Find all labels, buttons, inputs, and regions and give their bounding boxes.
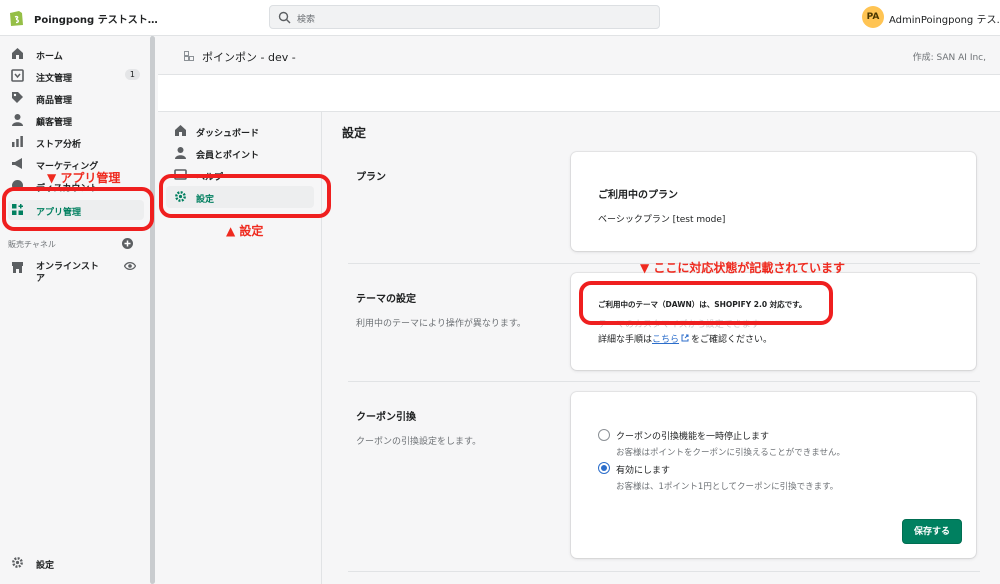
nav-item-customers[interactable]: 顧客管理 xyxy=(8,110,144,130)
nav-item-products[interactable]: 商品管理 xyxy=(8,88,144,108)
analytics-icon xyxy=(12,136,23,147)
coupon-enable-help: お客様は、1ポイント1円としてクーポンに引換できます。 xyxy=(616,482,839,492)
app-frame-band xyxy=(158,74,1000,112)
plan-card-heading: ご利用中のプラン xyxy=(598,190,678,201)
external-link-icon xyxy=(681,334,689,342)
created-by: 作成: SAN AI Inc, xyxy=(912,53,986,63)
eye-icon[interactable] xyxy=(124,261,136,271)
nav-label: オンラインストア xyxy=(36,262,99,284)
theme-details: 詳細な手順はこちら をご確認ください。 xyxy=(598,332,772,345)
coupon-card: クーポンの引換機能を一時停止します お客様はポイントをクーポンに引換えることがで… xyxy=(571,392,976,558)
add-channel-icon[interactable] xyxy=(122,238,133,249)
nav-item-home[interactable]: ホーム xyxy=(8,44,144,64)
section-divider xyxy=(348,381,980,382)
coupon-enable-label[interactable]: 有効にします xyxy=(616,463,670,476)
search-icon xyxy=(278,11,291,24)
sales-channels-heading: 販売チャネル xyxy=(8,240,56,249)
theme-section-desc: 利用中のテーマにより操作が異なります。 xyxy=(356,319,526,329)
subnav-label: 会員とポイント xyxy=(196,151,260,161)
nav-item-analytics[interactable]: ストア分析 xyxy=(8,132,144,152)
tag-icon xyxy=(12,92,23,103)
nav-scrollbar[interactable] xyxy=(150,36,155,584)
settings-annotation: ▲ 設定 xyxy=(226,224,264,238)
coupon-pause-help: お客様はポイントをクーポンに引換えることができません。 xyxy=(616,448,845,458)
plan-card: ご利用中のプラン ベーシックプラン [test mode] xyxy=(571,152,976,251)
theme-section-title: テーマの設定 xyxy=(356,294,416,305)
coupon-enable-radio[interactable] xyxy=(598,462,610,474)
top-bar: Poingpong テストスト… 検索 PA AdminPoingpong テス… xyxy=(0,0,1000,36)
avatar[interactable]: PA xyxy=(862,6,884,28)
nav-label: 顧客管理 xyxy=(36,118,73,128)
megaphone-icon xyxy=(12,158,22,169)
left-navigation: ホーム 注文管理 1 商品管理 顧客管理 ストア分析 マーケティング ディスカウ… xyxy=(0,36,152,584)
details-link[interactable]: こちら xyxy=(652,335,679,345)
section-divider xyxy=(348,571,980,572)
coupon-section-title: クーポン引換 xyxy=(356,412,416,423)
theme-details-prefix: 詳細な手順は xyxy=(598,335,653,345)
shopify-logo-icon[interactable] xyxy=(8,8,24,27)
nav-item-online-store[interactable]: オンラインストア xyxy=(8,258,144,288)
person-icon xyxy=(12,114,23,126)
plan-section-title: プラン xyxy=(356,172,386,183)
apps-annotation: ▼ アプリ管理 xyxy=(47,171,121,185)
save-button[interactable]: 保存する xyxy=(902,519,962,544)
plan-card-value: ベーシックプラン [test mode] xyxy=(598,215,726,225)
app-title: ポインポン - dev - xyxy=(202,51,296,64)
status-annotation: ▼ ここに対応状態が記載されています xyxy=(640,261,846,275)
gear-icon xyxy=(12,557,23,568)
settings-main: 設定 プラン ご利用中のプラン ベーシックプラン [test mode] テーマ… xyxy=(322,112,1000,584)
coupon-pause-radio[interactable] xyxy=(598,429,610,441)
home-icon xyxy=(175,125,186,136)
coupon-section-desc: クーポンの引換設定をします。 xyxy=(356,437,482,447)
orders-count-badge: 1 xyxy=(124,69,140,80)
store-name[interactable]: Poingpong テストスト… xyxy=(34,11,158,26)
nav-item-settings[interactable]: 設定 xyxy=(8,553,144,573)
nav-item-orders[interactable]: 注文管理 1 xyxy=(8,66,144,86)
page-title: 設定 xyxy=(342,126,367,140)
theme-status-highlight xyxy=(579,281,833,325)
person-icon xyxy=(175,147,186,159)
subnav-label: ダッシュボード xyxy=(196,129,260,139)
home-icon xyxy=(12,48,23,59)
subnav-members-points[interactable]: 会員とポイント xyxy=(166,142,314,164)
apps-highlight xyxy=(2,187,154,231)
user-name[interactable]: AdminPoingpong テス… xyxy=(889,11,1000,26)
orders-icon xyxy=(11,69,24,82)
coupon-pause-label[interactable]: クーポンの引換機能を一時停止します xyxy=(616,429,769,442)
app-header: ポインポン - dev - 作成: SAN AI Inc, xyxy=(158,36,1000,74)
nav-label: ホーム xyxy=(36,52,63,62)
app-icon xyxy=(184,51,194,61)
search-bar[interactable]: 検索 xyxy=(269,5,660,29)
nav-label: ストア分析 xyxy=(36,140,82,150)
nav-label: 設定 xyxy=(36,561,55,571)
settings-highlight xyxy=(159,174,331,218)
store-icon xyxy=(12,262,23,273)
nav-label: 注文管理 xyxy=(36,74,73,84)
theme-details-suffix: をご確認ください。 xyxy=(691,335,773,345)
nav-label: 商品管理 xyxy=(36,96,73,106)
subnav-dashboard[interactable]: ダッシュボード xyxy=(166,120,314,142)
search-placeholder: 検索 xyxy=(297,15,316,25)
